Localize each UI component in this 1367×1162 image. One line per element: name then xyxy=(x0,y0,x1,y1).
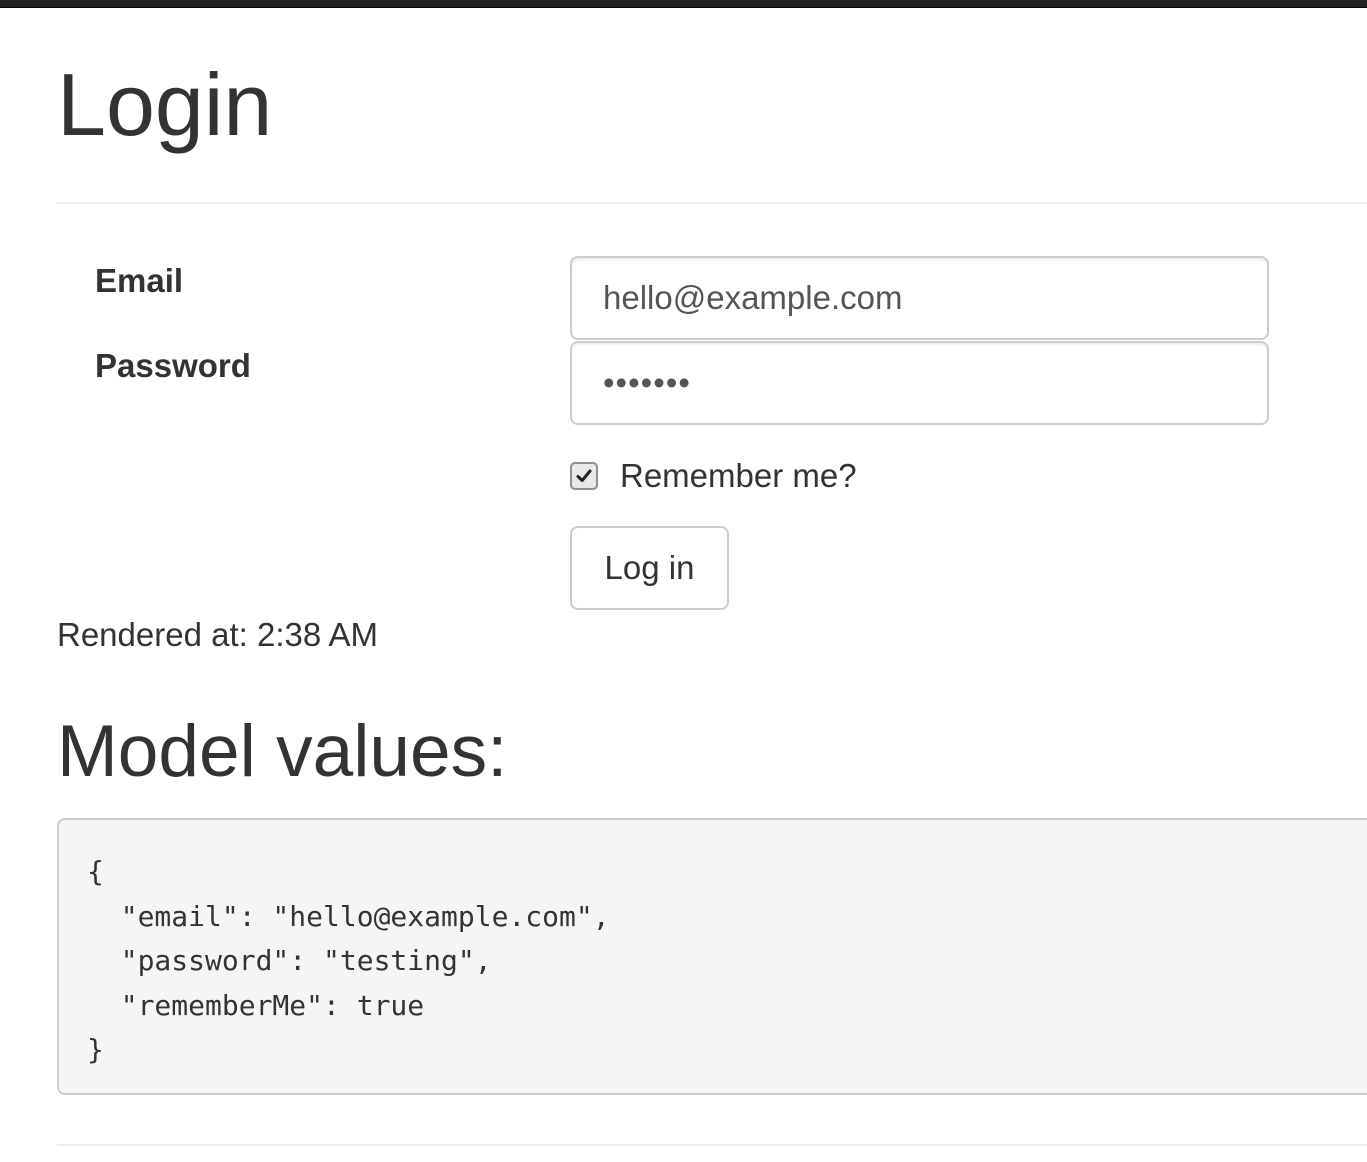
remember-me-row[interactable]: Remember me? xyxy=(570,456,857,496)
email-label: Email xyxy=(95,262,184,299)
model-values-json: { "email": "hello@example.com", "passwor… xyxy=(57,818,1367,1095)
page-title: Login xyxy=(57,55,273,154)
footer-divider xyxy=(57,1144,1367,1146)
model-values-heading: Model values: xyxy=(57,711,508,792)
divider xyxy=(57,202,1367,204)
remember-me-checkbox[interactable] xyxy=(570,462,598,490)
top-navbar xyxy=(0,0,1367,8)
password-label: Password xyxy=(95,347,251,384)
password-field[interactable] xyxy=(570,341,1269,425)
email-field[interactable] xyxy=(570,256,1269,340)
rendered-at-text: Rendered at: 2:38 AM xyxy=(57,616,379,653)
login-button[interactable]: Log in xyxy=(570,526,729,610)
checkmark-icon xyxy=(576,469,592,482)
remember-me-label[interactable]: Remember me? xyxy=(620,457,857,495)
